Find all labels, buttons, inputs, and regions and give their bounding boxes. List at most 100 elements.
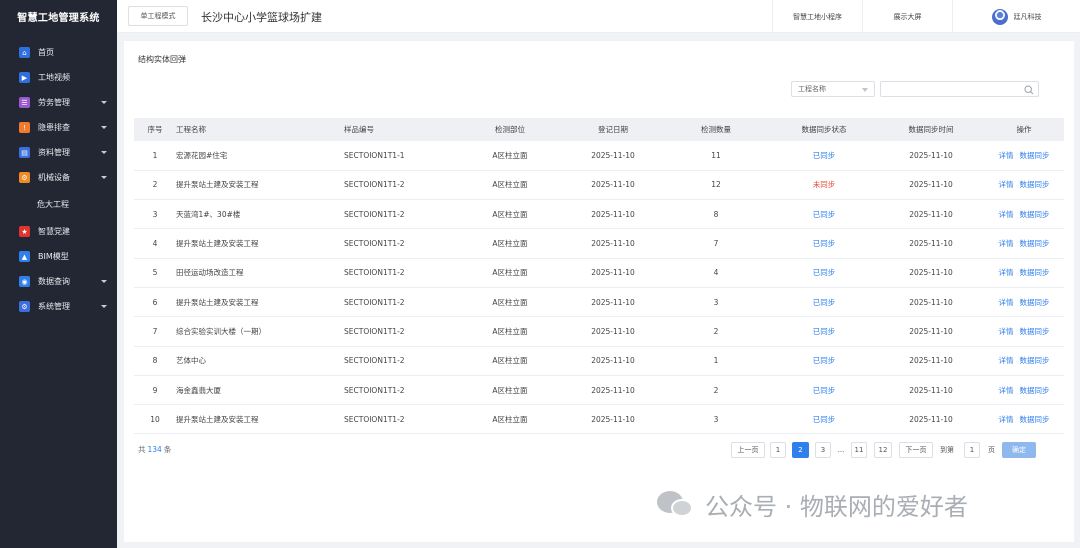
sidebar-item-label: 数据查询 [38, 277, 70, 286]
app-title: 智慧工地管理系统 [17, 13, 100, 24]
sidebar-item-label: 资料管理 [38, 148, 70, 157]
sidebar-item-label: 危大工程 [37, 200, 69, 209]
cell-test-part: A区柱立面 [456, 404, 564, 435]
detail-link[interactable]: 详情 [999, 151, 1014, 160]
page-button-11[interactable]: 11 [851, 442, 867, 458]
labor-icon: ☰ [19, 97, 30, 108]
chevron-down-icon [101, 305, 107, 308]
table-row: 3 天蓝湾1#、30#楼 SECTOION1T1-2 A区柱立面 2025-11-10 8… [134, 199, 1064, 230]
data-sync-link[interactable]: 数据同步 [1020, 327, 1050, 336]
sidebar-item-5[interactable]: ⚙ 机械设备 [0, 165, 117, 190]
search-input[interactable] [880, 81, 1039, 97]
detail-link[interactable]: 详情 [999, 327, 1014, 336]
cell-sync-status: 已同步 [770, 346, 878, 376]
table-row: 6 提升泵站土建及安装工程 SECTOION1T1-2 A区柱立面 2025-11-10… [134, 287, 1064, 318]
detail-link[interactable]: 详情 [999, 386, 1014, 395]
sidebar-item-7[interactable]: ★ 智慧党建 [0, 219, 117, 244]
detail-link[interactable]: 详情 [999, 298, 1014, 307]
mini-program-link[interactable]: 智慧工地小程序 [772, 0, 862, 33]
data-sync-link[interactable]: 数据同步 [1020, 386, 1050, 395]
cell-test-count: 3 [662, 404, 770, 435]
cell-sample-no: SECTOION1T1-2 [344, 258, 456, 288]
cell-test-count: 7 [662, 228, 770, 259]
cell-actions: 详情 数据同步 [984, 287, 1064, 318]
sidebar-item-label: 工地视频 [38, 73, 70, 82]
cell-project-name: 田径运动场改造工程 [176, 258, 344, 288]
page-button-12[interactable]: 12 [874, 442, 892, 458]
sidebar-item-6[interactable]: 危大工程 [0, 190, 117, 219]
sidebar-item-2[interactable]: ☰ 劳务管理 [0, 90, 117, 115]
col-header-sync-time: 数据同步时间 [878, 118, 984, 141]
cell-no: 6 [134, 287, 176, 318]
col-header-register-date: 登记日期 [564, 118, 662, 141]
cell-sample-no: SECTOION1T1-2 [344, 228, 456, 259]
cell-test-count: 2 [662, 316, 770, 347]
cell-sync-status: 已同步 [770, 228, 878, 259]
goto-page-input[interactable]: 1 [964, 442, 980, 458]
sidebar-item-4[interactable]: ▤ 资料管理 [0, 140, 117, 165]
single-project-mode-button[interactable]: 单工程模式 [128, 6, 188, 26]
cell-sync-time: 2025-11-10 [878, 346, 984, 376]
prev-page-button[interactable]: 上一页 [731, 442, 765, 458]
cell-sync-time: 2025-11-10 [878, 141, 984, 171]
search-icon[interactable] [1024, 85, 1034, 95]
cell-project-name: 提升泵站土建及安装工程 [176, 404, 344, 435]
party-icon: ★ [19, 226, 30, 237]
bim-icon: ▲ [19, 251, 30, 262]
cell-sync-status: 已同步 [770, 375, 878, 406]
data-query-icon: ◉ [19, 276, 30, 287]
cell-test-count: 12 [662, 170, 770, 201]
detail-link[interactable]: 详情 [999, 239, 1014, 248]
data-sync-link[interactable]: 数据同步 [1020, 210, 1050, 219]
cell-no: 5 [134, 258, 176, 288]
data-sync-link[interactable]: 数据同步 [1020, 151, 1050, 160]
next-page-button[interactable]: 下一页 [899, 442, 933, 458]
data-sync-link[interactable]: 数据同步 [1020, 298, 1050, 307]
data-sync-link[interactable]: 数据同步 [1020, 356, 1050, 365]
detail-link[interactable]: 详情 [999, 210, 1014, 219]
cell-sample-no: SECTOION1T1-2 [344, 375, 456, 406]
sidebar-item-1[interactable]: ▶ 工地视频 [0, 65, 117, 90]
cell-register-date: 2025-11-10 [564, 258, 662, 288]
col-header-actions: 操作 [984, 118, 1064, 141]
cell-no: 9 [134, 375, 176, 406]
cell-project-name: 艺体中心 [176, 346, 344, 376]
avatar [991, 8, 1008, 25]
detail-link[interactable]: 详情 [999, 268, 1014, 277]
cell-test-count: 2 [662, 375, 770, 406]
goto-prefix: 到第 [940, 446, 954, 454]
col-header-no: 序号 [134, 118, 176, 141]
goto-suffix: 页 [988, 446, 995, 454]
page-button-1[interactable]: 1 [770, 442, 786, 458]
page-title: 结构实体回弹 [138, 55, 186, 64]
cell-register-date: 2025-11-10 [564, 346, 662, 376]
page-button-2[interactable]: 2 [792, 442, 809, 458]
data-sync-link[interactable]: 数据同步 [1020, 415, 1050, 424]
detail-link[interactable]: 详情 [999, 356, 1014, 365]
cell-register-date: 2025-11-10 [564, 316, 662, 347]
sidebar-item-10[interactable]: ⚙ 系统管理 [0, 294, 117, 319]
sidebar-item-0[interactable]: ⌂ 首页 [0, 40, 117, 65]
display-screen-link[interactable]: 展示大屏 [862, 0, 952, 33]
project-name-select[interactable]: 工程名称 [791, 81, 875, 97]
cell-actions: 详情 数据同步 [984, 170, 1064, 201]
user-menu[interactable]: 廷凡科技 [952, 0, 1080, 33]
cell-sample-no: SECTOION1T1-2 [344, 316, 456, 347]
detail-link[interactable]: 详情 [999, 180, 1014, 189]
table-row: 4 提升泵站土建及安装工程 SECTOION1T1-2 A区柱立面 2025-11-10… [134, 228, 1064, 259]
sidebar-item-3[interactable]: ! 隐患排查 [0, 115, 117, 140]
table-row: 5 田径运动场改造工程 SECTOION1T1-2 A区柱立面 2025-11-10 4 已… [134, 258, 1064, 288]
data-sync-link[interactable]: 数据同步 [1020, 239, 1050, 248]
detail-link[interactable]: 详情 [999, 415, 1014, 424]
cell-test-part: A区柱立面 [456, 228, 564, 259]
project-name-select-placeholder: 工程名称 [798, 85, 826, 93]
settings-icon: ⚙ [19, 301, 30, 312]
page-button-3[interactable]: 3 [815, 442, 831, 458]
sidebar-item-9[interactable]: ◉ 数据查询 [0, 269, 117, 294]
sidebar-item-8[interactable]: ▲ BIM模型 [0, 244, 117, 269]
cell-sync-status: 已同步 [770, 199, 878, 230]
data-sync-link[interactable]: 数据同步 [1020, 180, 1050, 189]
data-sync-link[interactable]: 数据同步 [1020, 268, 1050, 277]
goto-confirm-button[interactable]: 确定 [1002, 442, 1036, 458]
machine-icon: ⚙ [19, 172, 30, 183]
